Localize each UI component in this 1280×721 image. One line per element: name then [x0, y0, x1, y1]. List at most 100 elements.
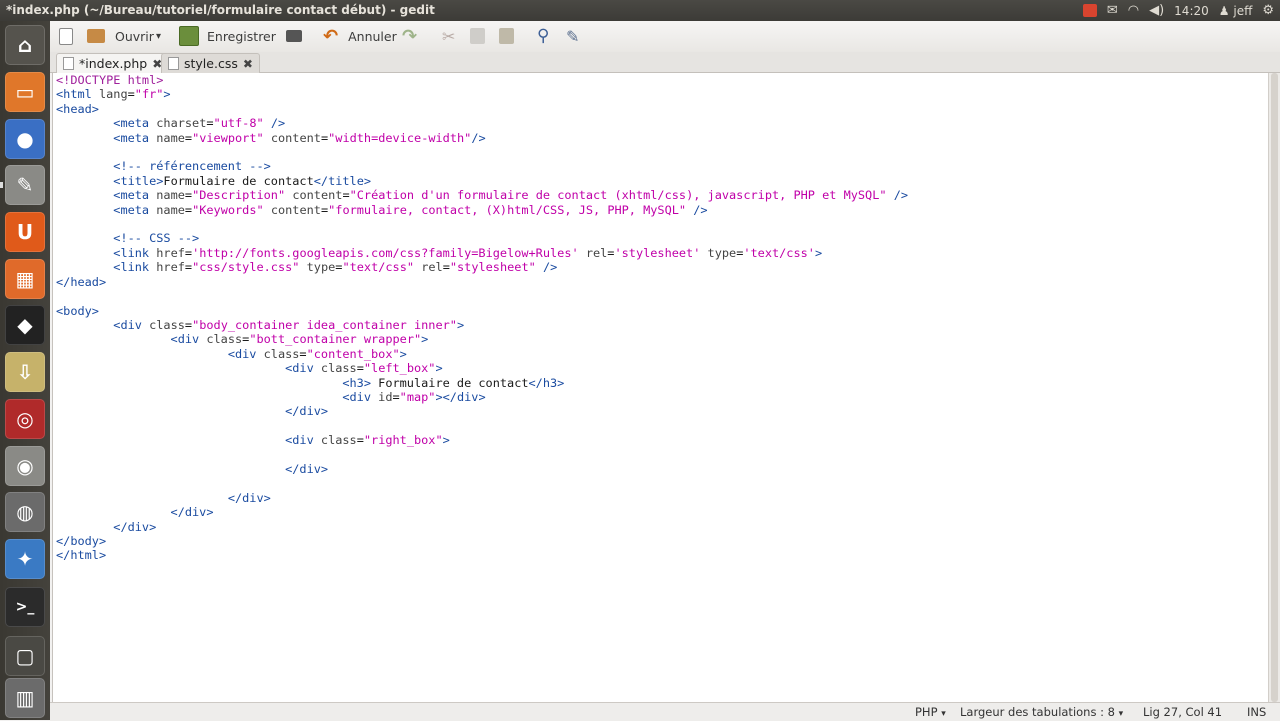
code-line[interactable]: <div class="bott_container wrapper">: [56, 332, 908, 346]
code-line[interactable]: <div id="map"></div>: [56, 390, 908, 404]
system-tray: ✉ ◠ ◀) 14:20 ♟ jeff ⚙: [1082, 0, 1274, 21]
status-bar: PHP ▾ Largeur des tabulations : 8 ▾ Lig …: [50, 702, 1280, 721]
undo-button[interactable]: ↶ Annuler: [323, 25, 397, 47]
code-line[interactable]: </head>: [56, 275, 908, 289]
code-view[interactable]: <!DOCTYPE html> <html lang="fr"> <head> <m…: [56, 73, 908, 563]
code-line[interactable]: <meta charset="utf-8" />: [56, 116, 908, 130]
code-line[interactable]: <!-- CSS -->: [56, 231, 908, 245]
code-line[interactable]: ​: [56, 419, 908, 433]
print-button[interactable]: [286, 25, 302, 47]
wifi-icon[interactable]: ◠: [1128, 0, 1139, 21]
code-line[interactable]: </div>: [56, 404, 908, 418]
launcher-app-orange[interactable]: ▦: [5, 259, 45, 299]
launcher-files[interactable]: ▭: [5, 72, 45, 112]
open-recent-dropdown[interactable]: ▾: [156, 25, 161, 47]
launcher-app-black-yellow[interactable]: ◆: [5, 305, 45, 345]
redo-button[interactable]: ↷: [402, 25, 417, 47]
code-line[interactable]: <head>: [56, 102, 908, 116]
code-line[interactable]: ​: [56, 448, 908, 462]
tab-width-selector[interactable]: Largeur des tabulations : 8 ▾: [960, 705, 1123, 719]
clock[interactable]: 14:20: [1174, 4, 1209, 18]
code-line[interactable]: <div class="left_box">: [56, 361, 908, 375]
code-line[interactable]: </html>: [56, 548, 908, 562]
mail-icon[interactable]: ✉: [1107, 0, 1118, 21]
code-line[interactable]: <title>Formulaire de contact</title>: [56, 174, 908, 188]
tab-index-php[interactable]: *index.php ✖: [56, 53, 170, 73]
launcher-webcam[interactable]: ◉: [5, 446, 45, 486]
text-editor[interactable]: <!DOCTYPE html> <html lang="fr"> <head> <m…: [52, 73, 1269, 702]
code-line[interactable]: <meta name="Keywords" content="formulair…: [56, 203, 908, 217]
launcher-dash-home[interactable]: ⌂: [5, 25, 45, 65]
code-line[interactable]: <div class="body_container idea_containe…: [56, 318, 908, 332]
user-icon: ♟: [1218, 3, 1230, 18]
app-orange-icon: ▦: [15, 267, 35, 291]
app-feather-icon: ✦: [16, 547, 34, 571]
code-line[interactable]: <html lang="fr">: [56, 87, 908, 101]
code-line[interactable]: <meta name="viewport" content="width=dev…: [56, 131, 908, 145]
user-menu[interactable]: ♟ jeff: [1219, 4, 1253, 18]
folder-open-icon: [87, 29, 105, 43]
session-gear-icon[interactable]: ⚙: [1262, 0, 1274, 21]
files-icon: ▭: [15, 80, 35, 104]
open-button[interactable]: Ouvrir: [87, 25, 154, 47]
code-line[interactable]: ​: [56, 145, 908, 159]
window-title: *index.php (~/Bureau/tutoriel/formulaire…: [6, 3, 435, 17]
launcher: ⌂ ▭ ● ✎ U ▦ ◆ ⇩ ◎ ◉ ◍ ✦ >_ ▢ ▥: [0, 21, 50, 720]
code-line[interactable]: </div>: [56, 462, 908, 476]
find-button[interactable]: ⚲: [537, 25, 549, 47]
trash-icon: ▥: [15, 686, 35, 710]
launcher-gedit[interactable]: ✎: [5, 165, 45, 205]
launcher-firefox[interactable]: ●: [5, 119, 45, 159]
app-black-yellow-icon: ◆: [17, 313, 33, 337]
paste-button[interactable]: [499, 25, 514, 47]
launcher-app-feather[interactable]: ✦: [5, 539, 45, 579]
replace-button[interactable]: ✎: [566, 25, 579, 47]
redo-icon: ↷: [402, 25, 418, 47]
code-line[interactable]: </div>: [56, 505, 908, 519]
new-document-button[interactable]: [59, 25, 73, 47]
chevron-down-icon: ▾: [156, 30, 162, 42]
tab-width-label: Largeur des tabulations : 8: [960, 705, 1115, 719]
save-button[interactable]: Enregistrer: [179, 25, 276, 47]
code-line[interactable]: <link href="css/style.css" type="text/cs…: [56, 260, 908, 274]
insert-mode: INS: [1247, 705, 1267, 719]
launcher-workspace-switcher[interactable]: ▢: [5, 636, 45, 676]
launcher-app-eyes[interactable]: ◍: [5, 492, 45, 532]
code-line[interactable]: ​: [56, 217, 908, 231]
code-line[interactable]: ​: [56, 289, 908, 303]
tab-style-css[interactable]: style.css ✖: [161, 53, 260, 73]
terminal-icon: >_: [15, 599, 35, 615]
code-line[interactable]: <!DOCTYPE html>: [56, 73, 908, 87]
launcher-app-red-swirl[interactable]: ◎: [5, 399, 45, 439]
toolbar: Ouvrir ▾ Enregistrer ↶ Annuler ↷ ✂ ⚲ ✎: [50, 21, 1280, 53]
launcher-terminal[interactable]: >_: [5, 587, 45, 627]
code-line[interactable]: <h3> Formulaire de contact</h3>: [56, 376, 908, 390]
code-line[interactable]: <body>: [56, 304, 908, 318]
copy-button[interactable]: [470, 25, 485, 47]
code-line[interactable]: <meta name="Description" content="Créati…: [56, 188, 908, 202]
indicator-red-icon[interactable]: [1082, 4, 1097, 17]
launcher-ubuntu-one[interactable]: U: [5, 212, 45, 252]
launcher-trash[interactable]: ▥: [5, 678, 45, 718]
scrollbar-thumb[interactable]: [1271, 73, 1278, 702]
vertical-scrollbar[interactable]: [1268, 73, 1280, 702]
code-line[interactable]: </body>: [56, 534, 908, 548]
new-document-icon: [59, 27, 73, 45]
close-icon[interactable]: ✖: [243, 57, 253, 71]
volume-icon[interactable]: ◀): [1149, 0, 1164, 21]
language-selector[interactable]: PHP ▾: [915, 705, 946, 719]
code-line[interactable]: <div class="content_box">: [56, 347, 908, 361]
code-line[interactable]: <!-- référencement -->: [56, 159, 908, 173]
firefox-icon: ●: [16, 127, 34, 151]
code-line[interactable]: ​: [56, 476, 908, 490]
gedit-icon: ✎: [16, 173, 34, 197]
undo-label: Annuler: [348, 28, 397, 44]
cut-button[interactable]: ✂: [442, 25, 455, 47]
chevron-down-icon: ▾: [1118, 709, 1124, 719]
code-line[interactable]: </div>: [56, 520, 908, 534]
launcher-install-downloads[interactable]: ⇩: [5, 352, 45, 392]
code-line[interactable]: </div>: [56, 491, 908, 505]
code-line[interactable]: <div class="right_box">: [56, 433, 908, 447]
printer-icon: [286, 30, 302, 42]
code-line[interactable]: <link href='http://fonts.googleapis.com/…: [56, 246, 908, 260]
